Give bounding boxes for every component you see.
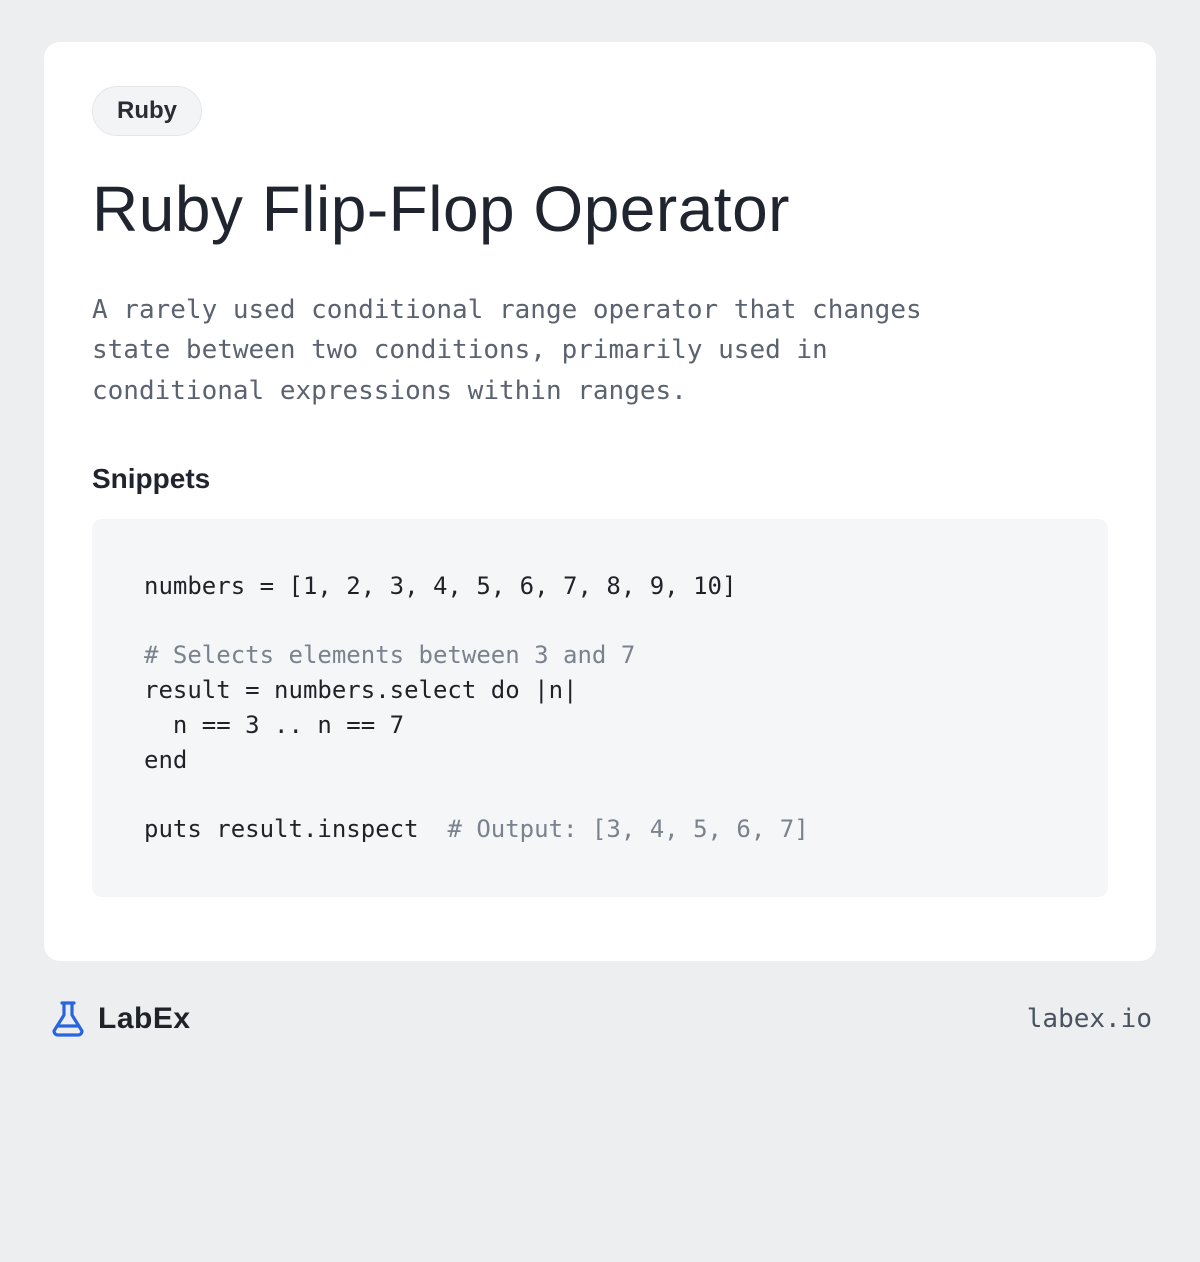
code-snippet: numbers = [1, 2, 3, 4, 5, 6, 7, 8, 9, 10… bbox=[92, 519, 1108, 897]
code-line: puts result.inspect bbox=[144, 815, 447, 843]
brand-name: LabEx bbox=[98, 1002, 191, 1036]
language-tag: Ruby bbox=[92, 86, 202, 136]
code-line: end bbox=[144, 746, 187, 774]
snippets-heading: Snippets bbox=[92, 463, 1108, 495]
code-comment: # Selects elements between 3 and 7 bbox=[144, 641, 635, 669]
page-root: Ruby Ruby Flip-Flop Operator A rarely us… bbox=[0, 0, 1200, 1262]
content-card: Ruby Ruby Flip-Flop Operator A rarely us… bbox=[44, 42, 1156, 961]
brand: LabEx bbox=[48, 999, 191, 1039]
flask-icon bbox=[48, 999, 88, 1039]
page-title: Ruby Flip-Flop Operator bbox=[92, 172, 1108, 246]
description-text: A rarely used conditional range operator… bbox=[92, 290, 972, 411]
footer: LabEx labex.io bbox=[44, 999, 1156, 1039]
code-comment: # Output: [3, 4, 5, 6, 7] bbox=[447, 815, 808, 843]
code-line: numbers = [1, 2, 3, 4, 5, 6, 7, 8, 9, 10… bbox=[144, 572, 736, 600]
code-line: n == 3 .. n == 7 bbox=[144, 711, 404, 739]
brand-url: labex.io bbox=[1027, 1004, 1152, 1034]
code-line: result = numbers.select do |n| bbox=[144, 676, 577, 704]
